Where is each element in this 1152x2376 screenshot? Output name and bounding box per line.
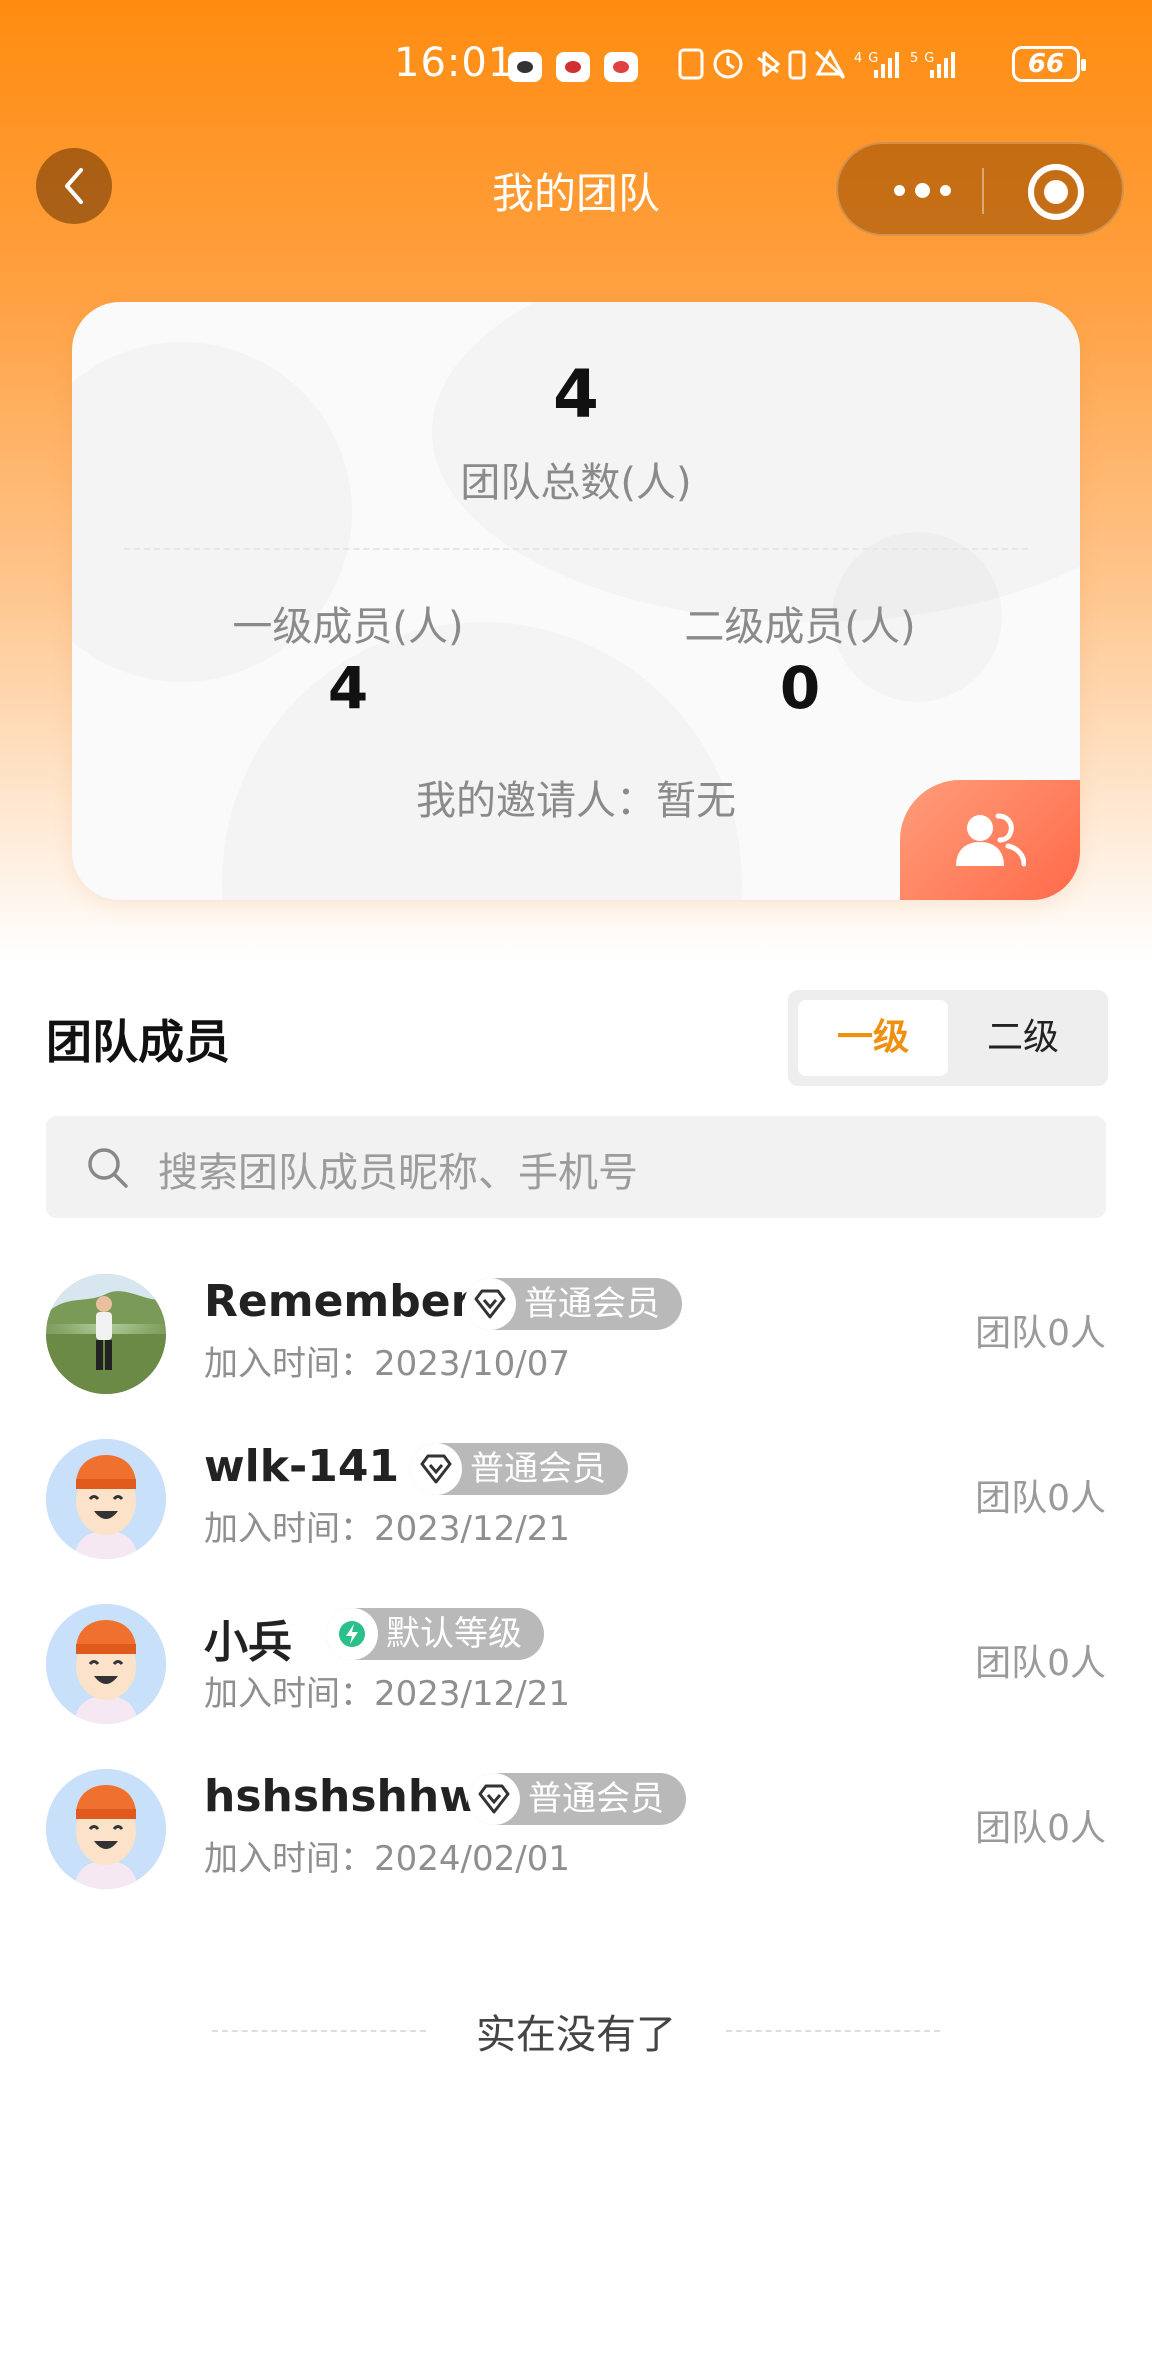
battery-icon: 66 (1012, 46, 1086, 82)
member-level-label: 普通会员 (528, 1779, 664, 1819)
member-join-date: 加入时间：2023/12/21 (204, 1509, 570, 1549)
members-section-title: 团队成员 (46, 1015, 230, 1069)
team-total-count: 4 (553, 356, 599, 433)
notification-icon (508, 52, 542, 82)
level-tabs: 一级 二级 (788, 990, 1108, 1086)
close-miniprogram-button[interactable] (1028, 164, 1084, 220)
member-team-count: 团队0人 (975, 1808, 1106, 1849)
search-placeholder: 搜索团队成员昵称、手机号 (158, 1150, 638, 1196)
avatar (46, 1439, 166, 1559)
member-join-date: 加入时间：2023/10/07 (204, 1344, 570, 1384)
level1-count: 4 (327, 654, 369, 722)
avatar (46, 1274, 166, 1394)
more-dot (939, 184, 951, 196)
status-time: 16:01 (394, 40, 515, 86)
member-name: Remember (204, 1276, 473, 1327)
member-team-count: 团队0人 (975, 1478, 1106, 1519)
member-level-label: 普通会员 (524, 1284, 660, 1324)
users-icon (956, 813, 1026, 867)
search-icon (88, 1148, 128, 1188)
member-row[interactable]: wlk-141 普通会员 加入时间：2023/12/21 团队0人 (0, 1429, 1152, 1579)
end-divider-right (726, 2030, 940, 2032)
capsule-divider (982, 168, 984, 214)
member-row[interactable]: 小兵 默认等级 加入时间：2023/12/21 团队0人 (0, 1594, 1152, 1744)
member-level-label: 普通会员 (470, 1449, 606, 1489)
search-input[interactable]: 搜索团队成员昵称、手机号 (46, 1116, 1106, 1218)
member-name: wlk-141 (204, 1441, 400, 1492)
svg-text:5G: 5G (910, 51, 940, 66)
end-of-list-text: 实在没有了 (476, 2012, 676, 2058)
status-bar: 16:01 4G 5G 66 (0, 38, 1152, 94)
team-users-button[interactable] (900, 780, 1080, 900)
member-join-date: 加入时间：2024/02/01 (204, 1839, 570, 1879)
member-team-count: 团队0人 (975, 1313, 1106, 1354)
team-total-label: 团队总数(人) (460, 460, 692, 506)
lightning-icon (326, 1608, 378, 1660)
member-level-badge: 普通会员 (464, 1278, 682, 1330)
notification-icon (556, 52, 590, 82)
member-level-label: 默认等级 (386, 1614, 522, 1654)
svg-text:4G: 4G (854, 51, 884, 66)
team-summary-card: 4 团队总数(人) 一级成员(人) 4 二级成员(人) 0 我的邀请人：暂无 (72, 302, 1080, 900)
avatar (46, 1769, 166, 1889)
card-divider (124, 548, 1028, 550)
tab-level2[interactable]: 二级 (948, 1000, 1098, 1076)
member-join-date: 加入时间：2023/12/21 (204, 1674, 570, 1714)
diamond-icon (468, 1773, 520, 1825)
person-photo (46, 1274, 166, 1394)
level2-count: 0 (779, 654, 821, 722)
tab-level1[interactable]: 一级 (798, 1000, 948, 1076)
level1-label: 一级成员(人) (232, 604, 464, 650)
member-row[interactable]: hshshshhw 普通会员 加入时间：2024/02/01 团队0人 (0, 1759, 1152, 1909)
cartoon-avatar (46, 1769, 166, 1889)
miniprogram-capsule (836, 142, 1124, 236)
cartoon-avatar (46, 1604, 166, 1724)
more-dot (893, 184, 905, 196)
more-dot (914, 182, 930, 198)
level2-label: 二级成员(人) (684, 604, 916, 650)
more-button[interactable] (882, 170, 962, 210)
diamond-icon (410, 1443, 462, 1495)
member-level-badge: 普通会员 (468, 1773, 686, 1825)
notification-icon (604, 52, 638, 82)
system-status-icons: 4G 5G (678, 44, 998, 92)
avatar (46, 1604, 166, 1724)
signal-icons: 4G 5G (678, 48, 955, 80)
cartoon-avatar (46, 1439, 166, 1559)
diamond-icon (464, 1278, 516, 1330)
member-name: 小兵 (204, 1617, 292, 1668)
member-row[interactable]: Remember 普通会员 加入时间：2023/10/07 团队0人 (0, 1264, 1152, 1414)
member-name: hshshshhw (204, 1771, 480, 1822)
member-level-badge: 普通会员 (410, 1443, 628, 1495)
member-team-count: 团队0人 (975, 1643, 1106, 1684)
member-level-badge: 默认等级 (326, 1608, 544, 1660)
